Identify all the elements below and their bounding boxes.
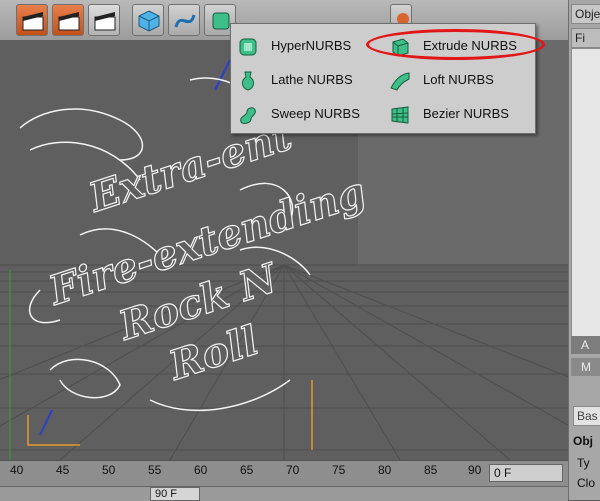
cube-primitive-button[interactable] (132, 4, 164, 36)
render-view-button[interactable] (16, 4, 48, 36)
end-frame-field[interactable]: 90 F (150, 487, 200, 501)
basic-tab[interactable]: Bas (573, 406, 600, 426)
clapboard-icon (58, 12, 80, 31)
cube-icon (138, 10, 160, 32)
timeline-tick: 40 (10, 463, 24, 477)
timeline-tick: 60 (194, 463, 208, 477)
objects-tab[interactable]: Obje (571, 4, 600, 24)
timeline-tick: 85 (424, 463, 438, 477)
menu-item-lathe-nurbs[interactable]: Lathe NURBS (233, 64, 373, 96)
menu-item-label: Sweep NURBS (271, 106, 360, 121)
close-field-label: Clo (577, 476, 596, 490)
timeline-ruler[interactable]: 40 45 50 55 60 65 70 75 80 85 90 0 F (0, 460, 568, 487)
menu-item-label: Lathe NURBS (271, 72, 353, 87)
lathe-nurbs-icon (242, 71, 254, 91)
object-list[interactable] (571, 48, 600, 338)
menu-item-label: HyperNURBS (271, 38, 352, 53)
type-field-label: Ty (577, 456, 590, 470)
timeline-tick: 45 (56, 463, 70, 477)
timeline-tick: 90 (468, 463, 482, 477)
highlight-annotation (366, 29, 545, 60)
menu-item-label: Loft NURBS (423, 72, 494, 87)
loft-nurbs-icon (390, 72, 410, 91)
menu-item-sweep-nurbs[interactable]: Sweep NURBS (233, 98, 373, 130)
timeline-tick: 55 (148, 463, 162, 477)
bezier-nurbs-icon (391, 106, 409, 124)
timeline-tick: 70 (286, 463, 300, 477)
menu-item-loft-nurbs[interactable]: Loft NURBS (385, 64, 525, 96)
clapboard-icon (22, 12, 44, 31)
timeline-tick: 80 (378, 463, 392, 477)
clapboard-icon (94, 12, 116, 31)
spline-button[interactable] (168, 4, 200, 36)
timeline-tick: 50 (102, 463, 116, 477)
menu-item-hypernurbs[interactable]: HyperNURBS (233, 30, 373, 62)
menu-item-bezier-nurbs[interactable]: Bezier NURBS (385, 98, 525, 130)
transport-bar: 90 F (0, 486, 568, 501)
timeline-tick: 75 (332, 463, 346, 477)
sweep-nurbs-icon (240, 107, 256, 124)
hypernurbs-icon (239, 38, 257, 56)
render-region-button[interactable] (52, 4, 84, 36)
attributes-header[interactable]: A (571, 336, 600, 354)
timeline-tick: 65 (240, 463, 254, 477)
mode-header[interactable]: M (571, 358, 600, 376)
object-section-header: Obj (573, 434, 593, 448)
spline-icon (174, 14, 196, 28)
menu-item-label: Bezier NURBS (423, 106, 509, 121)
render-settings-button[interactable] (88, 4, 120, 36)
current-frame-field[interactable]: 0 F (489, 464, 563, 482)
file-menu[interactable]: Fi (571, 28, 600, 48)
object-manager-panel: Obje Fi A M Bas Obj Ty Clo (568, 0, 600, 500)
